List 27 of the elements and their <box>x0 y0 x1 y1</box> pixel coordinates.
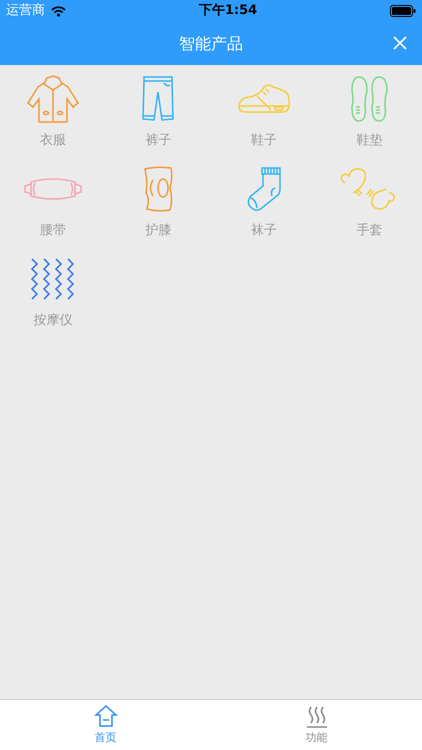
product-label[interactable]: 护膝 <box>145 221 172 240</box>
product-label[interactable]: 手套 <box>356 221 382 240</box>
sock-icon <box>244 166 283 212</box>
knee-icon <box>141 166 176 212</box>
product-label[interactable]: 鞋子 <box>250 131 277 150</box>
house-icon <box>94 704 118 728</box>
product-label[interactable]: 按摩仪 <box>33 311 72 330</box>
tab-label[interactable]: 功能 <box>306 730 328 746</box>
product-label[interactable]: 衣服 <box>40 131 66 150</box>
belt-icon <box>22 177 83 201</box>
close-button[interactable] <box>392 35 408 51</box>
clock-text: 下午1:54 <box>198 2 258 20</box>
carrier-text: 运营商 <box>6 2 45 20</box>
product-label[interactable]: 腰带 <box>40 221 66 240</box>
pants-icon <box>141 75 176 123</box>
product-label[interactable]: 鞋垫 <box>356 131 382 150</box>
battery-icon <box>390 5 416 17</box>
product-label[interactable]: 袜子 <box>250 221 277 240</box>
tab-label[interactable]: 首页 <box>94 730 116 746</box>
wifi-icon <box>51 6 66 16</box>
shoe-icon <box>236 82 291 116</box>
coat-icon <box>26 75 80 123</box>
steam-icon <box>306 704 328 728</box>
page-title: 智能产品 <box>179 32 243 54</box>
insole-icon <box>349 75 390 123</box>
close-icon <box>392 35 408 51</box>
product-label[interactable]: 裤子 <box>145 131 172 150</box>
